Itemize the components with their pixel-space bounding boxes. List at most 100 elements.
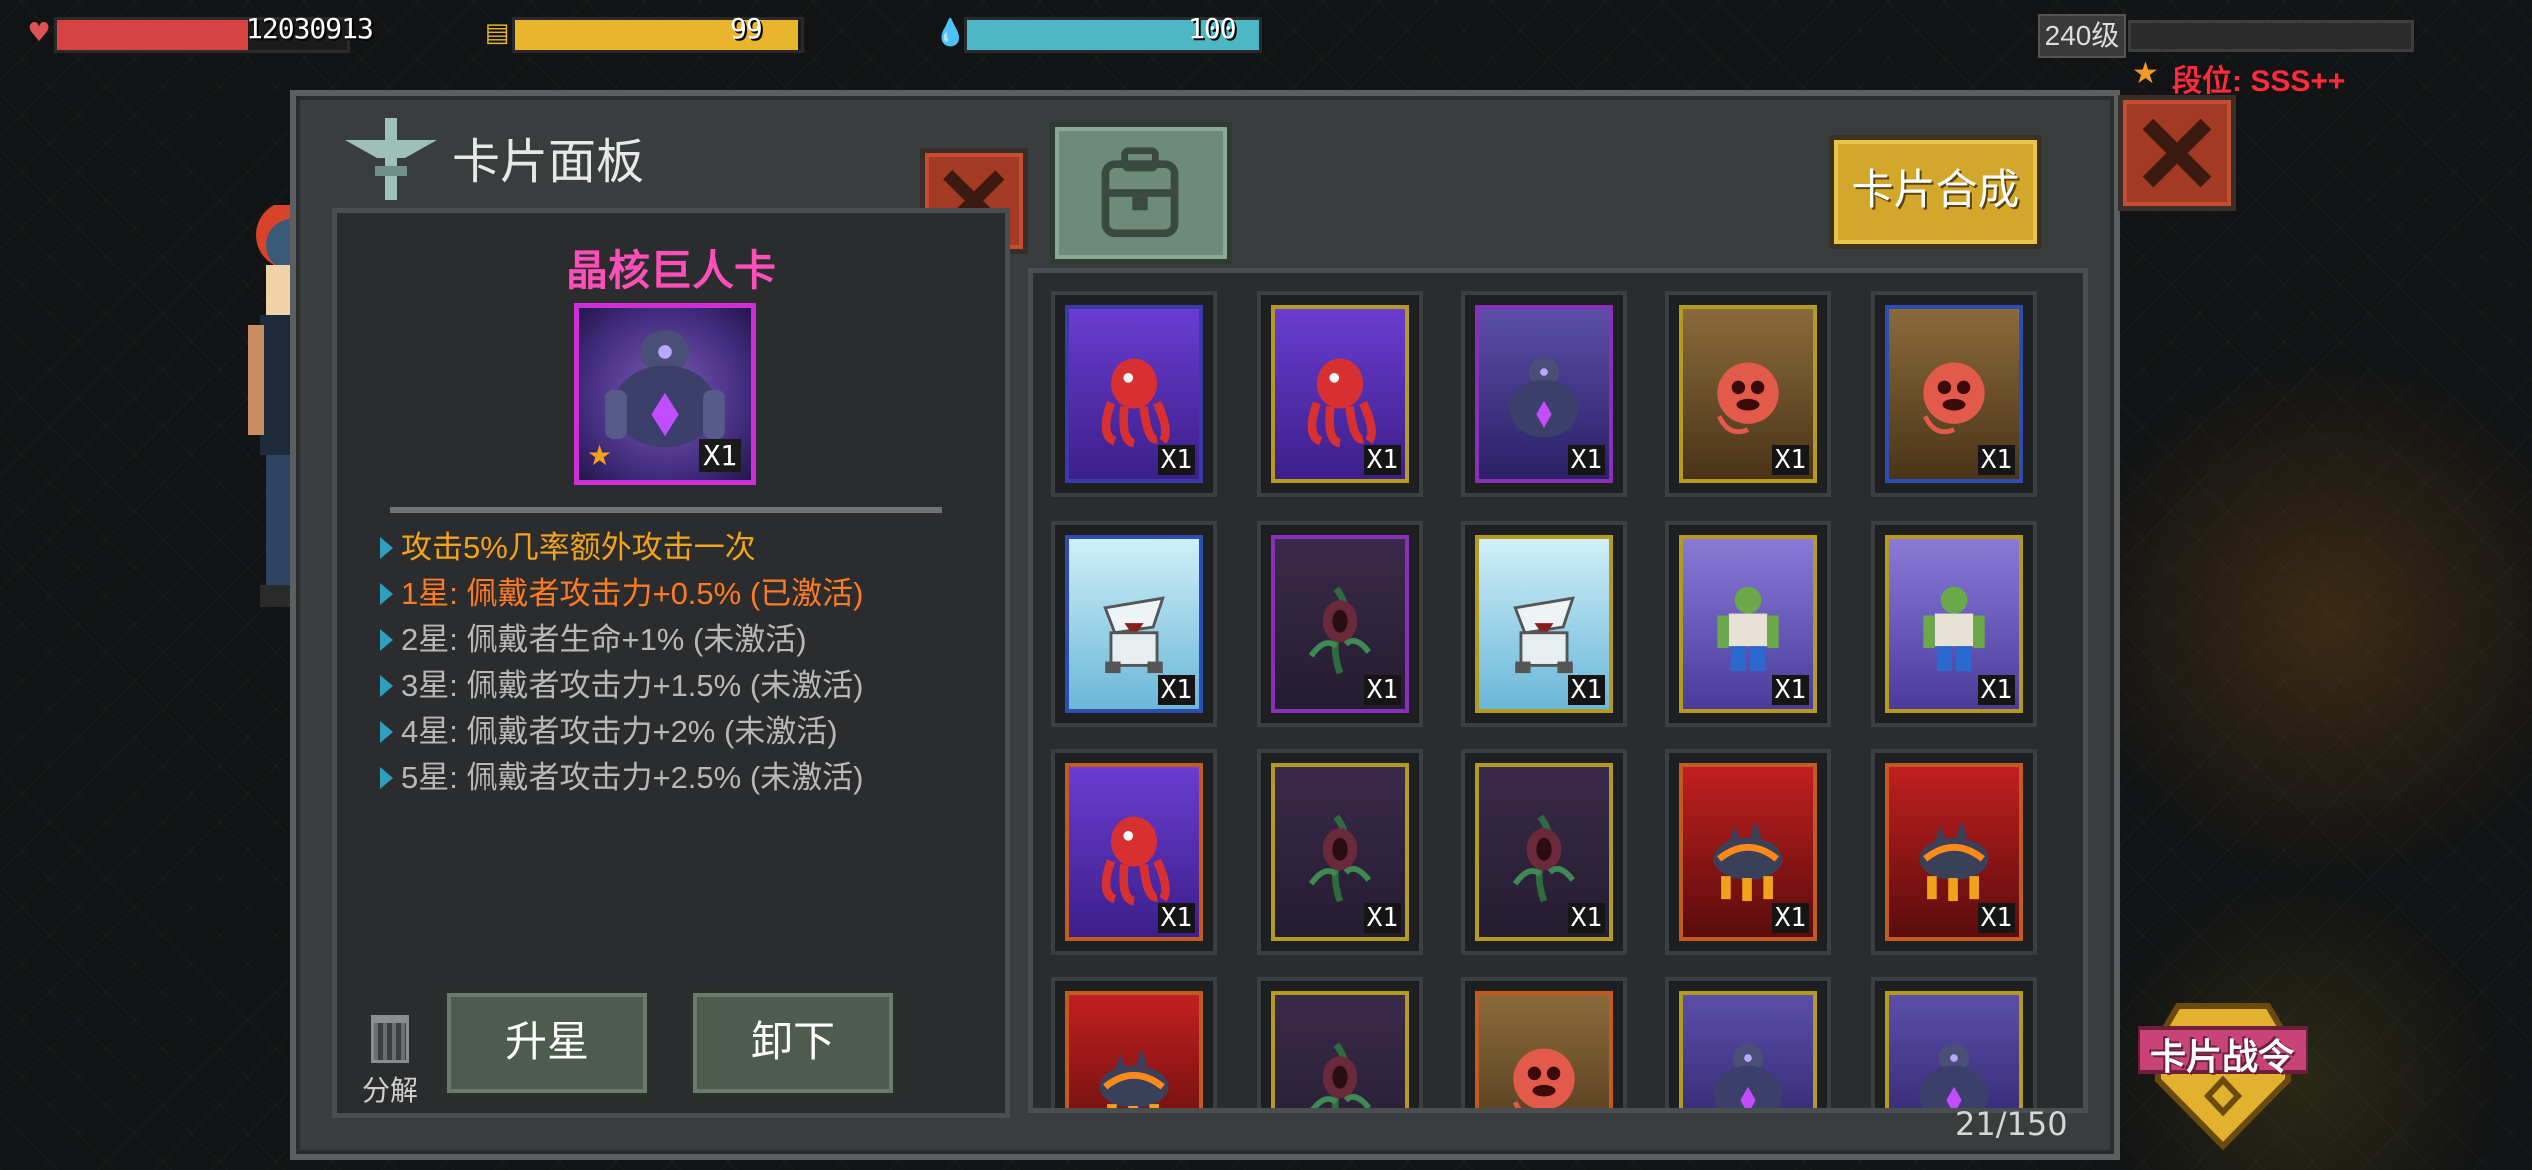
shark-beast-icon <box>1103 596 1165 674</box>
card-art-frame: X1 <box>1271 763 1409 941</box>
card-art-frame: X1 <box>1475 305 1613 483</box>
card-art-frame: X1 <box>1679 535 1817 713</box>
health-value: 12030913 <box>246 12 374 45</box>
rank-label: 段位: SSS++ <box>2172 65 2346 98</box>
energy-value: 99 <box>730 12 763 45</box>
card-synthesis-button[interactable]: 卡片合成 <box>1829 135 2042 249</box>
lava-beetle-icon <box>1919 820 1989 902</box>
card-count: X1 <box>1977 445 2015 475</box>
card-count: X1 <box>1771 903 1809 933</box>
crystal-giant-icon <box>1713 1044 1783 1108</box>
selected-card-name: 晶核巨人卡 <box>565 247 776 294</box>
star-up-button[interactable]: 升星 <box>442 988 652 1098</box>
inventory-card[interactable]: X1 <box>1461 749 1627 955</box>
card-effect-item: 3星: 佩戴者攻击力+1.5% (未激活) <box>376 663 986 709</box>
water-value: 100 <box>1188 12 1237 45</box>
crystal-giant-icon <box>605 330 725 448</box>
card-art-frame: X1 <box>1475 763 1613 941</box>
card-art-frame: X1 <box>1271 305 1409 483</box>
selected-card-image: ★ X1 <box>574 303 756 485</box>
player-level: 240级 <box>2038 14 2126 58</box>
card-effect-text: 1星: 佩戴者攻击力+0.5% (已激活) <box>401 576 864 611</box>
bullet-triangle-icon <box>380 583 393 605</box>
card-art-frame: X1 <box>1065 535 1203 713</box>
inventory-card[interactable]: X1 <box>1665 521 1831 727</box>
inventory-card[interactable]: X1 <box>1871 291 2037 497</box>
card-panel-emblem-icon <box>345 118 437 200</box>
unequip-button[interactable]: 卸下 <box>688 988 898 1098</box>
inventory-card[interactable]: X1 <box>1461 521 1627 727</box>
close-panel-button[interactable] <box>2118 95 2236 211</box>
flesh-pumpkin-icon <box>1513 1048 1575 1108</box>
card-art-frame: X1 <box>1065 991 1203 1108</box>
shark-beast-icon <box>1513 596 1575 674</box>
card-capacity: 21/150 <box>1955 1105 2068 1143</box>
card-count: X1 <box>1157 903 1195 933</box>
bullet-triangle-icon <box>380 767 393 789</box>
decompose-button[interactable]: 分解 <box>360 1015 420 1106</box>
inventory-card[interactable]: X1 <box>1871 977 2037 1108</box>
card-art-frame: X1 <box>1475 991 1613 1108</box>
card-effect-item: 1星: 佩戴者攻击力+0.5% (已激活) <box>376 571 986 617</box>
vine-plant-icon <box>1512 814 1576 903</box>
selected-card-count: X1 <box>699 439 741 472</box>
bullet-triangle-icon <box>380 675 393 697</box>
card-count: X1 <box>1363 445 1401 475</box>
card-effect-text: 2星: 佩戴者生命+1% (未激活) <box>401 622 807 657</box>
card-inventory-grid: X1 X1 X1 X1 X1 X1 X1 X1 X1 X1 X1 X1 X1 X1 X1 X1 X1 X1 X1 X1 <box>1028 268 2088 1113</box>
card-count: X1 <box>1157 445 1195 475</box>
inventory-card[interactable]: X1 <box>1257 749 1423 955</box>
card-art-frame: X1 <box>1679 305 1817 483</box>
card-count: X1 <box>1567 903 1605 933</box>
card-count: X1 <box>1771 445 1809 475</box>
card-count: X1 <box>1363 903 1401 933</box>
inventory-card[interactable]: X1 <box>1257 291 1423 497</box>
bullet-triangle-icon <box>380 629 393 651</box>
card-art-frame: X1 <box>1679 991 1817 1108</box>
panel-title: 卡片面板 <box>452 136 645 189</box>
inventory-card[interactable]: X1 <box>1257 977 1423 1108</box>
card-effect-text: 5星: 佩戴者攻击力+2.5% (未激活) <box>401 760 864 795</box>
card-art-frame: X1 <box>1271 991 1409 1108</box>
inventory-card[interactable]: X1 <box>1665 977 1831 1108</box>
bullet-triangle-icon <box>380 721 393 743</box>
red-squid-icon <box>1101 816 1170 906</box>
red-squid-icon <box>1101 358 1170 448</box>
card-count: X1 <box>1977 675 2015 705</box>
card-effect-text: 4星: 佩戴者攻击力+2% (未激活) <box>401 714 838 749</box>
flesh-pumpkin-icon <box>1923 362 1985 435</box>
heart-icon: ♥ <box>27 18 51 48</box>
vine-plant-icon <box>1308 586 1372 675</box>
card-count: X1 <box>1567 675 1605 705</box>
inventory-card[interactable]: X1 <box>1051 291 1217 497</box>
inventory-card[interactable]: X1 <box>1051 749 1217 955</box>
card-effect-text: 3星: 佩戴者攻击力+1.5% (未激活) <box>401 668 864 703</box>
inventory-card[interactable]: X1 <box>1665 749 1831 955</box>
inventory-card[interactable]: X1 <box>1461 977 1627 1108</box>
card-art-frame: X1 <box>1885 305 2023 483</box>
inventory-card[interactable]: X1 <box>1051 521 1217 727</box>
card-art-frame: X1 <box>1679 763 1817 941</box>
star-icon: ★ <box>587 439 613 472</box>
card-art-frame: X1 <box>1885 535 2023 713</box>
vine-plant-icon <box>1310 1042 1372 1108</box>
inventory-card[interactable]: X1 <box>1871 749 2037 955</box>
inventory-card[interactable]: X1 <box>1461 291 1627 497</box>
star-icon: ★ <box>2132 56 2159 91</box>
tab-backpack[interactable] <box>1050 122 1232 264</box>
green-zombie-icon <box>1923 587 1985 672</box>
water-drop-icon: 💧 <box>934 18 967 48</box>
experience-bar <box>2128 20 2414 52</box>
card-count: X1 <box>1771 675 1809 705</box>
red-squid-icon <box>1307 358 1376 448</box>
inventory-card[interactable]: X1 <box>1051 977 1217 1108</box>
inventory-card[interactable]: X1 <box>1665 291 1831 497</box>
card-effect-item: 2星: 佩戴者生命+1% (未激活) <box>376 617 986 663</box>
card-art-frame: X1 <box>1271 535 1409 713</box>
inventory-card[interactable]: X1 <box>1257 521 1423 727</box>
vine-plant-icon <box>1308 814 1372 903</box>
card-count: X1 <box>1567 445 1605 475</box>
trash-icon <box>371 1015 409 1063</box>
inventory-card[interactable]: X1 <box>1871 521 2037 727</box>
crystal-giant-icon <box>1919 1044 1989 1108</box>
